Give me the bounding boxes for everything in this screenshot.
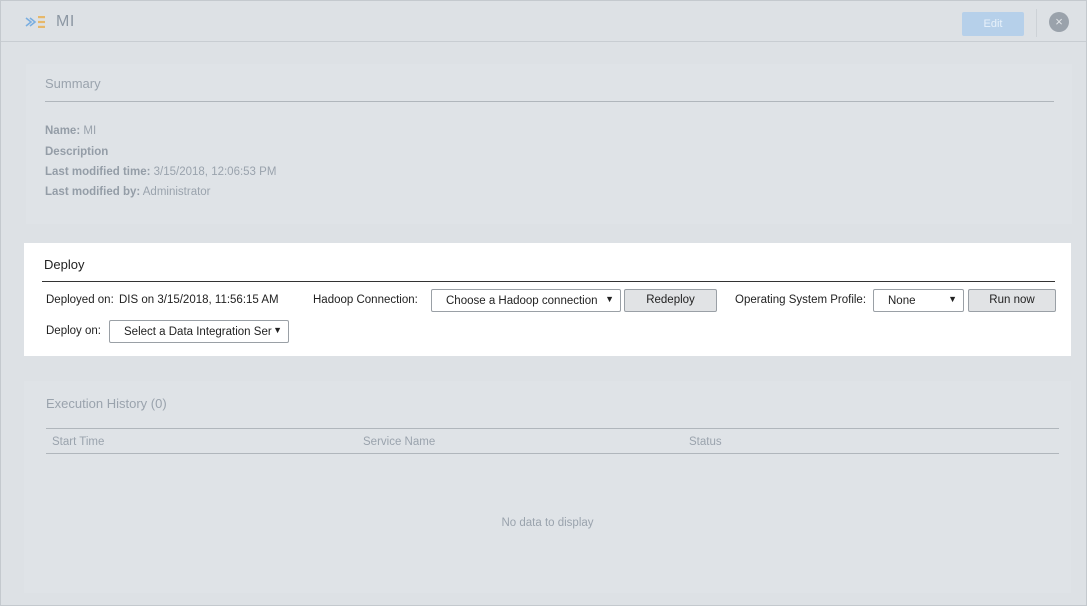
summary-modified-by-label: Last modified by:	[45, 186, 141, 198]
empty-state-message: No data to display	[501, 517, 594, 529]
deploy-on-select[interactable]: Select a Data Integration Ser ▼	[109, 320, 289, 343]
summary-name-value: MI	[83, 125, 97, 137]
hadoop-connection-select[interactable]: Choose a Hadoop connection ▼	[431, 289, 621, 312]
toolbar-divider	[1036, 9, 1037, 37]
summary-modified-time-row: Last modified time: 3/15/2018, 12:06:53 …	[45, 166, 276, 178]
os-profile-label: Operating System Profile:	[735, 294, 867, 306]
summary-panel: Summary Name: MI Description Last modifi…	[26, 64, 1072, 224]
summary-modified-by-row: Last modified by: Administrator	[45, 186, 211, 198]
deploy-on-label: Deploy on:	[46, 325, 101, 337]
history-header-top-rule	[46, 428, 1059, 429]
triangle-down-icon: ▼	[605, 294, 614, 304]
triangle-down-icon: ▼	[948, 294, 957, 304]
mapping-dialog: MI Edit × Summary Name: MI Description L…	[0, 0, 1087, 606]
summary-modified-by-value: Administrator	[142, 186, 211, 198]
execution-history-panel: Execution History (0) Start Time Service…	[24, 381, 1071, 593]
deploy-title: Deploy	[44, 257, 85, 272]
mapping-icon	[25, 16, 45, 28]
summary-divider	[45, 101, 1054, 102]
redeploy-button[interactable]: Redeploy	[624, 289, 717, 312]
hadoop-connection-value: Choose a Hadoop connection	[446, 295, 598, 307]
deployed-on-label: Deployed on:	[46, 294, 114, 306]
summary-title: Summary	[45, 76, 101, 91]
column-header-start-time[interactable]: Start Time	[52, 436, 104, 448]
summary-modified-time-label: Last modified time:	[45, 166, 151, 178]
triangle-down-icon: ▼	[273, 325, 282, 335]
run-now-button[interactable]: Run now	[968, 289, 1056, 312]
window-title: MI	[56, 13, 75, 30]
column-header-service-name[interactable]: Service Name	[363, 436, 435, 448]
summary-modified-time-value: 3/15/2018, 12:06:53 PM	[153, 166, 277, 178]
deploy-on-value: Select a Data Integration Ser	[124, 326, 272, 338]
edit-button[interactable]: Edit	[962, 12, 1024, 36]
close-icon[interactable]: ×	[1049, 12, 1069, 32]
summary-description-row: Description	[45, 146, 108, 158]
summary-name-row: Name: MI	[45, 125, 96, 137]
history-header-bottom-rule	[46, 453, 1059, 454]
column-header-status[interactable]: Status	[689, 436, 722, 448]
hadoop-connection-label: Hadoop Connection:	[313, 294, 418, 306]
os-profile-value: None	[888, 295, 916, 307]
deploy-divider	[42, 281, 1055, 282]
execution-history-title: Execution History (0)	[46, 396, 167, 411]
deployed-on-value: DIS on 3/15/2018, 11:56:15 AM	[119, 294, 279, 306]
summary-name-label: Name:	[45, 125, 81, 137]
os-profile-select[interactable]: None ▼	[873, 289, 964, 312]
summary-description-label: Description	[45, 146, 109, 158]
title-bar: MI Edit ×	[1, 1, 1086, 42]
deploy-panel: Deploy Deployed on: DIS on 3/15/2018, 11…	[24, 243, 1071, 356]
